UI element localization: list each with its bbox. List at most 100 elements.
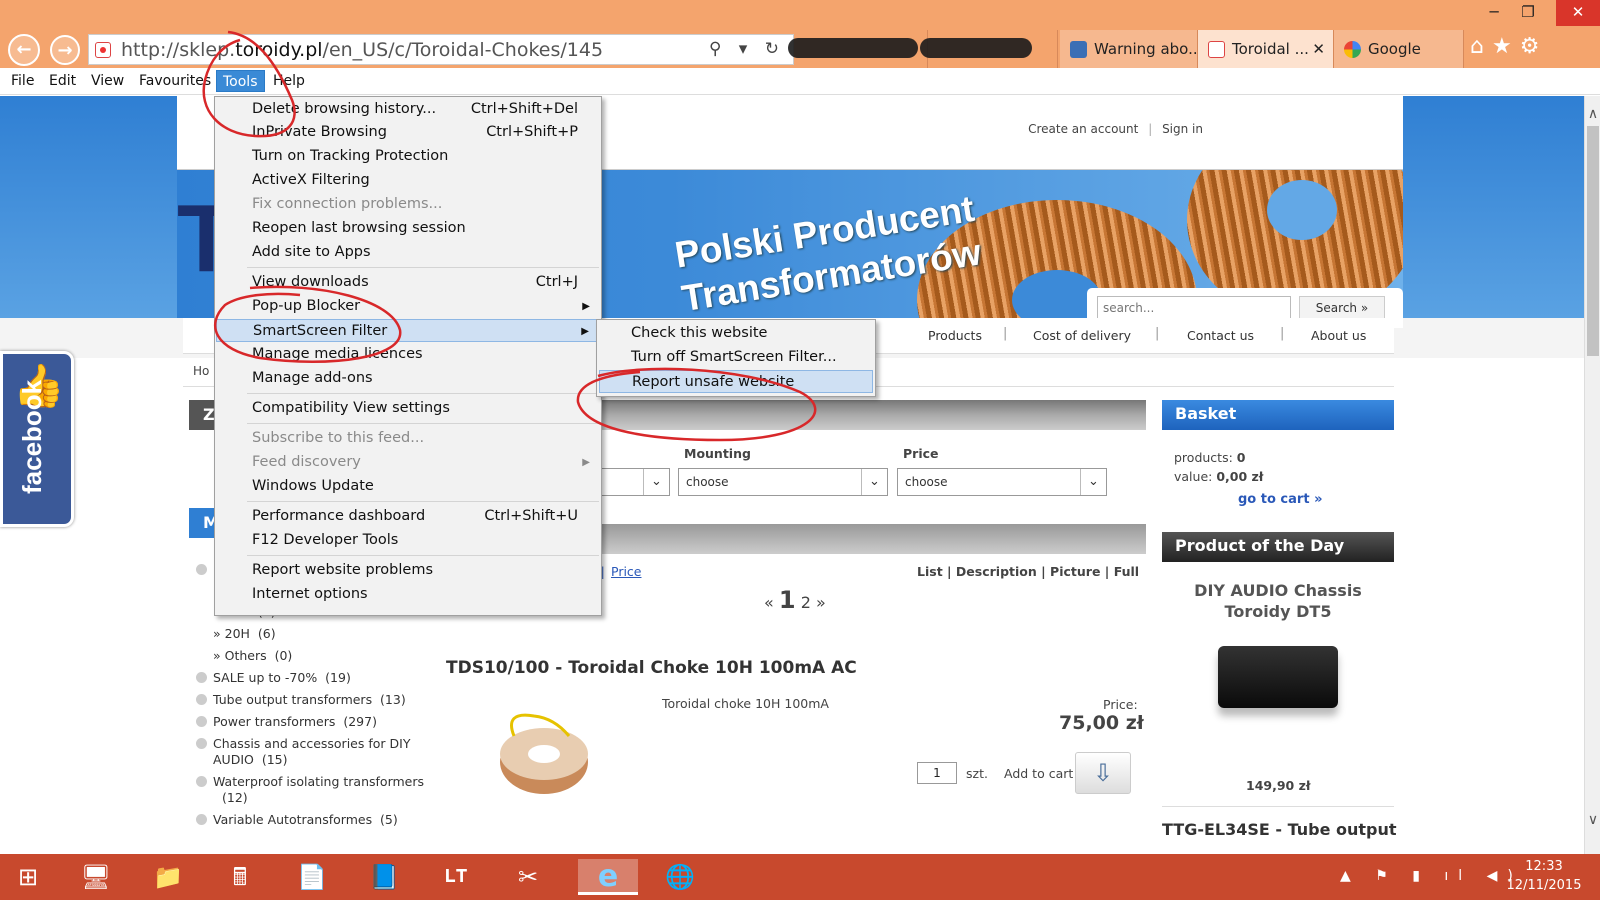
category-waterproof[interactable]: Waterproof isolating transformers [196, 774, 424, 789]
menu-tools[interactable]: Tools [216, 70, 265, 92]
go-to-cart-link[interactable]: go to cart » [1238, 492, 1322, 507]
ltspice-icon[interactable]: 𝐋𝐓 [436, 859, 476, 895]
menu-item-media-licences[interactable]: Manage media licences [216, 343, 600, 366]
scroll-thumb[interactable] [1587, 126, 1599, 356]
scroll-down-arrow-icon[interactable]: ∨ [1585, 812, 1600, 828]
site-favicon-icon [95, 42, 111, 58]
facebook-widget[interactable]: 👍 facebook [0, 351, 74, 527]
taskbar-clock[interactable]: 12:33 12/11/2015 [1504, 857, 1584, 895]
category-item[interactable] [196, 562, 213, 577]
globe-icon[interactable]: 🌐 [660, 859, 700, 895]
nav-cost-of-delivery[interactable]: Cost of delivery [1033, 328, 1131, 343]
address-bar[interactable]: http://sklep.toroidy.pl/en_US/c/Toroidal… [88, 34, 794, 65]
menu-item-report-problems[interactable]: Report website problems [216, 559, 600, 582]
search-dropdown-refresh-icons[interactable]: ⚲ ▾ ↻ [709, 39, 785, 59]
menu-separator [247, 501, 599, 502]
quantity-input[interactable]: 1 [917, 762, 957, 784]
create-account-link[interactable]: Create an account [1028, 122, 1138, 136]
maximize-button[interactable]: ❐ [1508, 0, 1548, 26]
file-explorer-icon[interactable]: 📁 [148, 859, 188, 895]
submenu-check-website[interactable]: Check this website [599, 322, 873, 345]
menu-item-internet-options[interactable]: Internet options [216, 583, 600, 606]
prev-page-link[interactable]: « [764, 593, 774, 612]
menu-item-tracking-protection[interactable]: Turn on Tracking Protection [216, 145, 600, 168]
search-input[interactable] [1097, 296, 1291, 320]
submenu-report-unsafe-website[interactable]: Report unsafe website [599, 370, 873, 393]
menu-view[interactable]: View [86, 72, 129, 94]
category-autotransformers[interactable]: Variable Autotransformes (5) [196, 812, 398, 827]
snipping-tool-icon[interactable]: ✂ [508, 859, 548, 895]
page-scrollbar[interactable]: ∧ ∨ [1584, 96, 1600, 854]
menu-file[interactable]: File [6, 72, 39, 94]
subcategory-20h[interactable]: » 20H (6) [213, 626, 276, 641]
home-favorites-settings-icons[interactable]: ⌂★⚙ [1470, 34, 1547, 59]
tab-google[interactable]: Google [1334, 30, 1464, 68]
product-of-day-image[interactable] [1218, 646, 1338, 708]
system-tray-icons[interactable]: ▲ ⚑ ▮ ıl ◀) [1340, 868, 1523, 884]
category-chassis-line2[interactable]: AUDIO (15) [213, 752, 287, 767]
unit-label: szt. [966, 766, 988, 781]
product-image[interactable] [474, 696, 624, 806]
nav-products[interactable]: Products [928, 328, 982, 343]
next-page-link[interactable]: » [816, 593, 826, 612]
sort-price-link[interactable]: Price [611, 564, 642, 579]
menu-item-reopen-session[interactable]: Reopen last browsing session [216, 217, 600, 240]
menu-item-add-site-apps[interactable]: Add site to Apps [216, 241, 600, 264]
menu-item-popup-blocker[interactable]: Pop-up Blocker ▶ [216, 295, 600, 318]
page-2-link[interactable]: 2 [801, 593, 811, 612]
nav-contact-us[interactable]: Contact us [1187, 328, 1254, 343]
breadcrumb[interactable]: Ho [193, 364, 209, 378]
category-power[interactable]: Power transformers (297) [196, 714, 377, 729]
menu-help[interactable]: Help [268, 72, 310, 94]
search-button[interactable]: Search » [1299, 296, 1385, 320]
url-domain: toroidy.pl [235, 39, 323, 61]
category-waterproof-count[interactable]: (12) [222, 790, 248, 805]
price-select[interactable]: choose ⌄ [897, 468, 1107, 496]
menu-item-manage-addons[interactable]: Manage add-ons [216, 367, 600, 390]
menu-edit[interactable]: Edit [44, 72, 81, 94]
product-title-link[interactable]: TDS10/100 - Toroidal Choke 10H 100mA AC [446, 658, 857, 678]
menu-item-f12-tools[interactable]: F12 Developer Tools [216, 529, 600, 552]
menu-favourites[interactable]: Favourites [134, 72, 216, 94]
menu-item-smartscreen-filter[interactable]: SmartScreen Filter ▶ [216, 319, 600, 342]
category-chassis[interactable]: Chassis and accessories for DIY [196, 736, 410, 751]
internet-explorer-icon[interactable]: e [578, 859, 638, 895]
url-text[interactable]: http://sklep.toroidy.pl/en_US/c/Toroidal… [121, 37, 603, 63]
menu-item-performance-dashboard[interactable]: Performance dashboard Ctrl+Shift+U [216, 505, 600, 528]
menu-item-compatibility-view[interactable]: Compatibility View settings [216, 397, 600, 420]
notebook-icon[interactable]: 📘 [364, 859, 404, 895]
separator: | [1003, 326, 1008, 341]
subcategory-others[interactable]: » Others (0) [213, 648, 292, 663]
calculator-icon[interactable]: 🖩 [220, 859, 260, 895]
close-window-button[interactable]: ✕ [1556, 0, 1600, 26]
cart-icon: ⇩ [1092, 759, 1114, 787]
tab-toroidal[interactable]: Toroidal ... ✕ [1198, 30, 1334, 68]
next-featured-product[interactable]: TTG-EL34SE - Tube output [1162, 820, 1397, 839]
back-button[interactable]: ← [8, 34, 40, 66]
filter-select-partial[interactable]: ⌄ [600, 468, 670, 496]
submenu-turn-off-smartscreen[interactable]: Turn off SmartScreen Filter... [599, 346, 873, 369]
product-of-day-name[interactable]: DIY AUDIO Chassis Toroidy DT5 [1162, 580, 1394, 622]
menu-item-delete-history[interactable]: Delete browsing history... Ctrl+Shift+Del [216, 98, 600, 121]
separator: | [1155, 326, 1160, 341]
add-to-cart-button[interactable]: ⇩ [1075, 752, 1131, 794]
nav-about-us[interactable]: About us [1311, 328, 1366, 343]
view-mode-links[interactable]: List | Description | Picture | Full [917, 564, 1139, 579]
menu-item-inprivate[interactable]: InPrivate Browsing Ctrl+Shift+P [216, 121, 600, 144]
category-tube-output[interactable]: Tube output transformers (13) [196, 692, 406, 707]
tab-warning[interactable]: Warning abo... [1060, 30, 1198, 68]
mounting-select[interactable]: choose ⌄ [678, 468, 888, 496]
menu-item-view-downloads[interactable]: View downloads Ctrl+J [216, 271, 600, 294]
notepad-icon[interactable]: 📄 [292, 859, 332, 895]
sign-in-link[interactable]: Sign in [1162, 122, 1203, 136]
menu-separator [247, 267, 599, 268]
scroll-up-arrow-icon[interactable]: ∧ [1585, 106, 1600, 122]
remote-desktop-icon[interactable]: 🖥 [76, 859, 116, 895]
close-tab-icon[interactable]: ✕ [1312, 30, 1325, 68]
category-sale[interactable]: SALE up to -70% (19) [196, 670, 351, 685]
wave-favicon-icon [1070, 41, 1087, 58]
windows-start-icon[interactable]: ⊞ [8, 859, 48, 895]
menu-item-activex-filtering[interactable]: ActiveX Filtering [216, 169, 600, 192]
menu-item-windows-update[interactable]: Windows Update [216, 475, 600, 498]
forward-button[interactable]: → [50, 35, 80, 65]
